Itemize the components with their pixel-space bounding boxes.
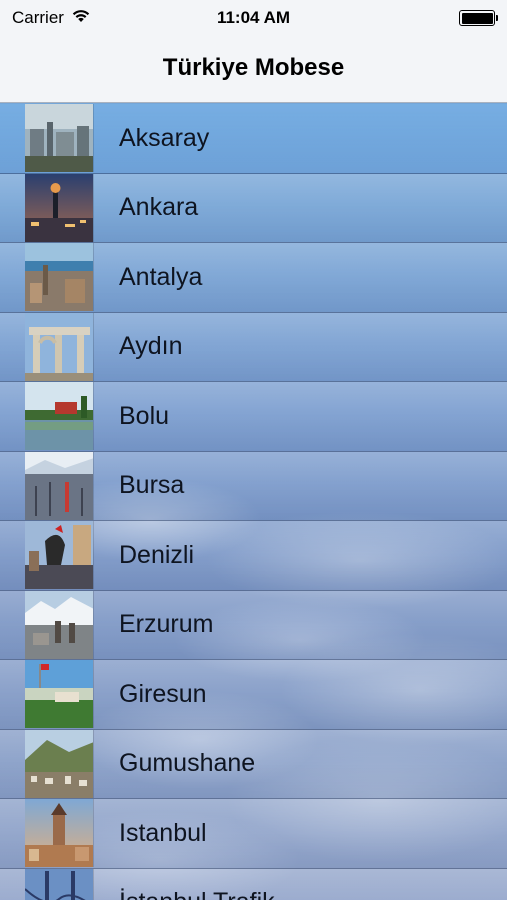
city-row-bolu[interactable]: Bolu [0,382,507,452]
erzurum-photo [25,590,94,659]
city-row-istanbul[interactable]: Istanbul [0,799,507,869]
gumushane-photo [25,729,94,798]
aydin-photo [25,312,94,381]
city-label: Ankara [119,193,199,222]
city-row-giresun[interactable]: Giresun [0,660,507,730]
city-label: Giresun [119,679,207,708]
city-label: Bolu [119,401,170,430]
city-row-aksaray[interactable]: Aksaray [0,104,507,174]
istanbul-photo [25,799,94,867]
ankara-photo [25,173,94,242]
city-label: Denizli [119,540,195,569]
city-row-ankara[interactable]: Ankara [0,173,507,243]
navigation-bar: Türkiye Mobese [0,36,507,103]
city-label: Gumushane [119,749,256,778]
wifi-icon [71,8,91,28]
city-label: Erzurum [119,610,214,639]
battery-fill [461,12,493,24]
city-row-bursa[interactable]: Bursa [0,451,507,521]
carrier-label: Carrier [12,8,64,27]
city-row-aydin[interactable]: Aydın [0,312,507,382]
denizli-photo [25,521,94,589]
city-label: İstanbul Trafik [119,888,275,900]
giresun-photo [25,660,94,728]
bolu-photo [25,382,94,450]
city-row-denizli[interactable]: Denizli [0,521,507,591]
city-label: Bursa [119,471,185,500]
aksaray-photo [25,104,94,172]
page-title: Türkiye Mobese [162,54,345,81]
city-row-istanbul-trafik[interactable]: İstanbul Trafik [0,868,507,900]
city-row-gumushane[interactable]: Gumushane [0,729,507,799]
antalya-photo [25,243,94,311]
bursa-photo [25,451,94,520]
city-row-erzurum[interactable]: Erzurum [0,590,507,660]
battery-icon [459,10,498,26]
city-label: Istanbul [119,818,207,847]
city-row-antalya[interactable]: Antalya [0,243,507,313]
status-left: Carrier [12,8,91,28]
city-label: Antalya [119,262,203,291]
city-label: Aksaray [119,123,210,152]
status-bar: Carrier 11:04 AM [0,0,507,36]
istanbul-trafik-photo [25,868,94,900]
city-list[interactable]: Aksaray Ankara Antalya Aydın Bolu Bursa … [0,104,507,900]
city-label: Aydın [119,332,183,361]
